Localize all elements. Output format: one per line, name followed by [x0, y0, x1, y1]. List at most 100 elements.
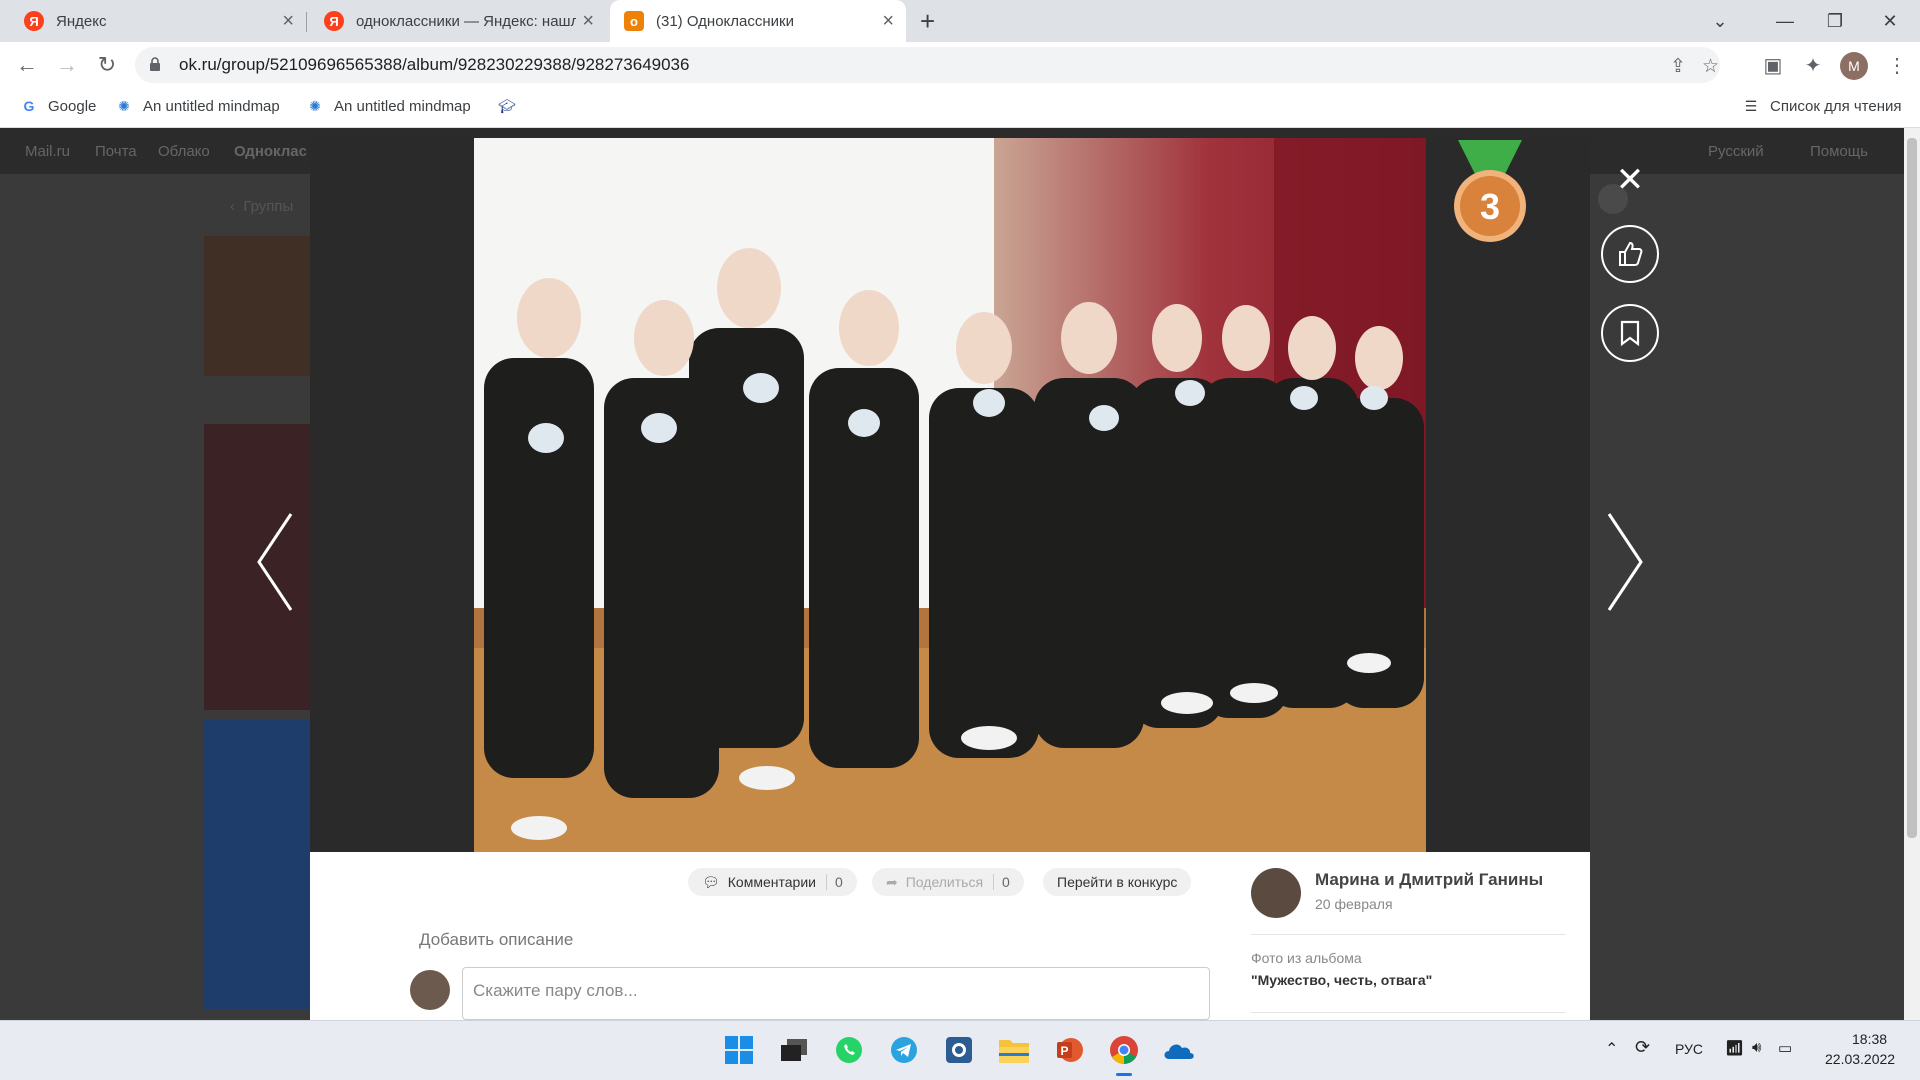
help-link[interactable]: Помощь [1810, 143, 1868, 160]
vk-messenger-icon[interactable] [942, 1033, 976, 1067]
tab-title: одноклассники — Яндекс: нашл [356, 12, 576, 30]
wifi-icon[interactable]: 📶︎ [1725, 1039, 1744, 1057]
thumbs-up-icon [1619, 241, 1643, 266]
medal-rank: 3 [1480, 186, 1500, 227]
bronze-medal-icon: 3 [1454, 140, 1526, 242]
profile-avatar[interactable]: M [1840, 52, 1868, 80]
reload-icon[interactable]: ↻ [92, 50, 122, 80]
battery-icon[interactable]: ▭ [1778, 1039, 1792, 1057]
nav-mail[interactable]: Почта [95, 143, 137, 160]
tab-title: Яндекс [56, 12, 107, 30]
file-explorer-icon[interactable] [997, 1033, 1031, 1067]
menu-icon[interactable]: ⋮ [1882, 50, 1912, 80]
sync-icon[interactable]: ⟳ [1635, 1037, 1650, 1058]
lock-icon [150, 57, 160, 71]
task-view-icon[interactable] [777, 1033, 811, 1067]
mindmap-icon: ✺ [118, 97, 130, 114]
back-icon[interactable]: ← [12, 50, 42, 80]
language-indicator[interactable]: РУС [1675, 1041, 1703, 1057]
share-count: 0 [993, 874, 1010, 890]
close-tab-icon[interactable]: × [882, 10, 894, 33]
author-name[interactable]: Марина и Дмитрий Ганины [1315, 870, 1543, 890]
bookmark-mindmap-2[interactable]: ✺ An untitled mindmap [306, 97, 471, 115]
go-to-contest-button[interactable]: Перейти в конкурс [1043, 868, 1192, 896]
extensions-icon[interactable]: ✦ [1798, 50, 1828, 80]
bookmark-mindmap-1[interactable]: ✺ An untitled mindmap [115, 97, 280, 115]
address-bar[interactable]: ok.ru/group/52109696565388/album/9282302… [135, 47, 1720, 83]
yandex-icon: Я [324, 11, 344, 31]
forward-icon[interactable]: → [52, 50, 82, 80]
close-tab-icon[interactable]: × [282, 10, 294, 33]
show-hidden-icons[interactable]: ⌃ [1605, 1039, 1618, 1059]
previous-photo-arrow-icon[interactable] [255, 512, 295, 612]
nav-cloud[interactable]: Облако [158, 143, 210, 160]
cast-icon[interactable]: ▣ [1758, 50, 1788, 80]
add-description-link[interactable]: Добавить описание [419, 930, 573, 950]
powerpoint-icon[interactable]: P [1052, 1033, 1086, 1067]
windows-taskbar: P ⌃ ⟳ РУС 📶︎ 🔊︎ ▭ 18:38 22.03.2022 [0, 1020, 1920, 1080]
bookmark-button[interactable] [1601, 304, 1659, 362]
reading-list-label: Список для чтения [1770, 97, 1902, 115]
page-scrollbar[interactable] [1904, 128, 1920, 1020]
groups-back-label: Группы [243, 198, 294, 215]
minimize-icon[interactable]: — [1760, 0, 1810, 42]
tab-search-icon[interactable]: ⌄ [1695, 0, 1745, 42]
like-button[interactable] [1601, 225, 1659, 283]
photo-viewer: 💬︎ Комментарии 0 ➦ Поделиться 0 Перейти … [310, 138, 1590, 1020]
clock-time[interactable]: 18:38 [1852, 1031, 1887, 1047]
new-tab-icon[interactable]: + [920, 6, 935, 37]
restore-icon[interactable]: ❐ [1810, 0, 1860, 42]
chrome-icon[interactable] [1107, 1033, 1141, 1076]
share-label: Поделиться [905, 874, 984, 890]
share-button[interactable]: ➦ Поделиться 0 [872, 868, 1024, 896]
telegram-icon[interactable] [887, 1033, 921, 1067]
current-user-avatar [410, 970, 450, 1010]
groups-back-link[interactable]: ‹ Группы [230, 198, 293, 215]
close-viewer-icon[interactable]: ✕ [1610, 160, 1650, 200]
comment-input[interactable]: Скажите пару слов... [462, 967, 1210, 1020]
comment-icon: 💬︎ [702, 873, 720, 890]
share-icon[interactable]: ⇪ [1670, 55, 1686, 78]
language-select[interactable]: Русский [1708, 143, 1764, 160]
bg-photo-thumb [204, 720, 310, 1010]
tab-yandex[interactable]: Я Яндекс × [10, 0, 306, 42]
windows-start-icon[interactable] [722, 1033, 756, 1067]
close-tab-icon[interactable]: × [582, 10, 594, 33]
browser-toolbar: ← → ↻ ok.ru/group/52109696565388/album/9… [0, 42, 1920, 88]
svg-text:P: P [1060, 1044, 1068, 1058]
bookmark-graduation[interactable]: 🎓︎ [498, 97, 526, 115]
volume-icon[interactable]: 🔊︎ [1752, 1039, 1761, 1056]
tab-title: (31) Одноклассники [656, 12, 794, 30]
bookmark-star-icon[interactable]: ☆ [1702, 55, 1719, 78]
bookmark-label: An untitled mindmap [334, 97, 471, 115]
tab-yandex-search[interactable]: Я одноклассники — Яндекс: нашл × [310, 0, 606, 42]
reading-list-button[interactable]: ☰ Список для чтения [1742, 97, 1902, 115]
comments-button[interactable]: 💬︎ Комментарии 0 [688, 868, 857, 896]
onedrive-icon[interactable] [1162, 1033, 1196, 1067]
bookmark-label: An untitled mindmap [143, 97, 280, 115]
bookmarks-bar: G Google ✺ An untitled mindmap ✺ An unti… [0, 88, 1920, 128]
clock-date[interactable]: 22.03.2022 [1825, 1051, 1895, 1067]
tab-odnoklassniki[interactable]: о (31) Одноклассники × [610, 0, 906, 42]
tab-strip: Я Яндекс × Я одноклассники — Яндекс: наш… [0, 0, 1920, 42]
close-window-icon[interactable]: ✕ [1865, 0, 1915, 42]
contest-label: Перейти в конкурс [1057, 874, 1178, 890]
bookmark-google[interactable]: G Google [20, 97, 97, 115]
divider [1251, 1012, 1566, 1013]
yandex-icon: Я [24, 11, 44, 31]
bg-contest-banner [204, 236, 310, 376]
author-avatar[interactable] [1251, 868, 1301, 918]
photo-date: 20 февраля [1315, 896, 1393, 912]
bookmark-label: Google [48, 97, 97, 115]
whatsapp-icon[interactable] [832, 1033, 866, 1067]
comments-label: Комментарии [727, 874, 816, 890]
reading-list-icon: ☰ [1744, 97, 1758, 114]
next-photo-arrow-icon[interactable] [1605, 512, 1645, 612]
nav-mailru[interactable]: Mail.ru [25, 143, 70, 160]
ok-icon: о [624, 11, 644, 31]
share-arrow-icon: ➦ [886, 873, 898, 890]
scrollbar-thumb[interactable] [1907, 138, 1917, 838]
nav-ok[interactable]: Одноклас [234, 143, 307, 160]
url-text: ok.ru/group/52109696565388/album/9282302… [179, 55, 690, 74]
album-link[interactable]: "Мужество, честь, отвага" [1251, 972, 1432, 988]
